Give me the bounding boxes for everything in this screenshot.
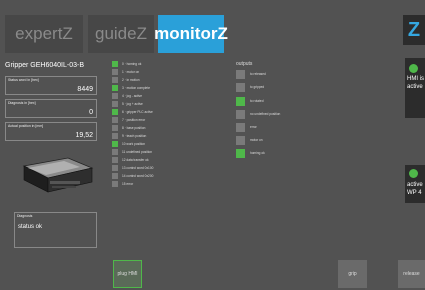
field-label: Diagnosis in [hex] (8, 101, 36, 105)
input-indicator (112, 84, 118, 91)
input-label: 4 · jog - active (122, 93, 143, 98)
hmi-status-led (409, 64, 418, 73)
input-indicator (112, 68, 118, 75)
output-indicator (236, 69, 245, 79)
wp-status-led (409, 169, 418, 178)
input-row: 3 · motion complete (112, 84, 150, 91)
input-row: 13 control word 0x100 (112, 164, 154, 171)
plug-hmi-button[interactable]: plug HMI (113, 260, 142, 288)
tab-expertz[interactable]: expertZ (5, 15, 83, 53)
field-label: Status word in [hex] (8, 78, 39, 82)
input-row: 5 · jog + active (112, 100, 143, 107)
wp-status-text: active WP 4 (407, 182, 423, 196)
input-indicator (112, 60, 118, 67)
output-row: error (236, 122, 257, 132)
input-label: 13 control word 0x100 (122, 165, 154, 170)
output-label: to gripped (250, 85, 265, 89)
input-label: 11 undefined position (122, 149, 153, 154)
input-label: 7 · position error (122, 117, 146, 122)
output-label: to rotated (250, 99, 264, 103)
input-row: 10 work position (112, 140, 146, 147)
input-indicator (112, 108, 118, 115)
output-indicator (236, 135, 245, 145)
output-row: to released (236, 69, 266, 79)
actual-position-field: Actual position in [mm] 19,52 (5, 122, 97, 141)
diagnosis-value: status ok (18, 224, 43, 230)
input-indicator (112, 148, 118, 155)
output-row: to rotated (236, 96, 264, 106)
input-label: 2 · in motion (122, 77, 140, 82)
input-indicator (112, 132, 118, 139)
input-row: 0 · homing ok (112, 60, 142, 67)
field-label: Actual position in [mm] (8, 124, 44, 128)
input-label: 12 data transfer ok (122, 157, 149, 162)
input-row: 4 · jog - active (112, 92, 143, 99)
output-row: motor on (236, 135, 263, 145)
output-indicator (236, 82, 245, 92)
input-label: 0 · homing ok (122, 61, 142, 66)
tab-guidez[interactable]: guideZ (88, 15, 154, 53)
grip-button[interactable]: grip (338, 260, 367, 288)
input-label: 6 · gripper PLC active (122, 109, 153, 114)
input-label: 5 · jog + active (122, 101, 143, 106)
input-row: 12 data transfer ok (112, 156, 149, 163)
input-row: 7 · position error (112, 116, 146, 123)
output-indicator (236, 96, 245, 106)
output-row: to gripped (236, 82, 265, 92)
input-indicator (112, 76, 118, 83)
output-indicator (236, 122, 245, 132)
input-indicator (112, 92, 118, 99)
input-indicator (112, 116, 118, 123)
gripper-image (22, 157, 94, 193)
tab-monitorz[interactable]: monitorZ (154, 15, 228, 53)
input-label: 14 control word 0x200 (122, 173, 154, 178)
input-label: 3 · motion complete (122, 85, 150, 90)
input-row: 6 · gripper PLC active (112, 108, 153, 115)
field-value: 8449 (77, 86, 93, 93)
diagnosis-hex-field: Diagnosis in [hex] 0 (5, 99, 97, 118)
input-row: 1 · motor on (112, 68, 140, 75)
input-label: 15 error (122, 181, 134, 186)
input-label: 1 · motor on (122, 69, 140, 74)
input-row: 9 · teach position (112, 132, 147, 139)
status-word-field: Status word in [hex] 8449 (5, 76, 97, 95)
input-row: 15 error (112, 180, 134, 187)
diagnosis-label: Diagnosis (17, 214, 33, 218)
input-indicator (112, 124, 118, 131)
output-row: homing ok (236, 148, 265, 158)
wp-status-panel: active WP 4 (405, 165, 425, 203)
input-indicator (112, 164, 118, 171)
output-label: motor on (250, 138, 263, 142)
input-indicator (112, 140, 118, 147)
input-row: 14 control word 0x200 (112, 172, 154, 179)
input-indicator (112, 100, 118, 107)
input-label: 9 · teach position (122, 133, 147, 138)
input-label: 8 · base position (122, 125, 146, 130)
diagnosis-box: Diagnosis status ok (14, 212, 97, 248)
output-label: to released (250, 72, 266, 76)
release-button[interactable]: release (398, 260, 425, 288)
output-label: homing ok (250, 151, 265, 155)
input-row: 2 · in motion (112, 76, 140, 83)
zimmer-logo: Z (403, 15, 425, 45)
input-indicator (112, 172, 118, 179)
hmi-status-panel: HMI is active (405, 58, 425, 118)
field-value: 0 (89, 109, 93, 116)
input-label: 10 work position (122, 141, 146, 146)
gripper-title: Gripper GEH6040IL-03-B (5, 62, 84, 69)
field-value: 19,52 (75, 132, 93, 139)
output-label: no undefined position (250, 112, 281, 116)
outputs-title: outputs (236, 61, 253, 67)
input-indicator (112, 180, 118, 187)
output-row: no undefined position (236, 109, 281, 119)
input-row: 11 undefined position (112, 148, 153, 155)
output-indicator (236, 109, 245, 119)
hmi-status-text: HMI is active (407, 76, 424, 90)
output-indicator (236, 148, 245, 158)
output-label: error (250, 125, 257, 129)
input-indicator (112, 156, 118, 163)
input-row: 8 · base position (112, 124, 146, 131)
